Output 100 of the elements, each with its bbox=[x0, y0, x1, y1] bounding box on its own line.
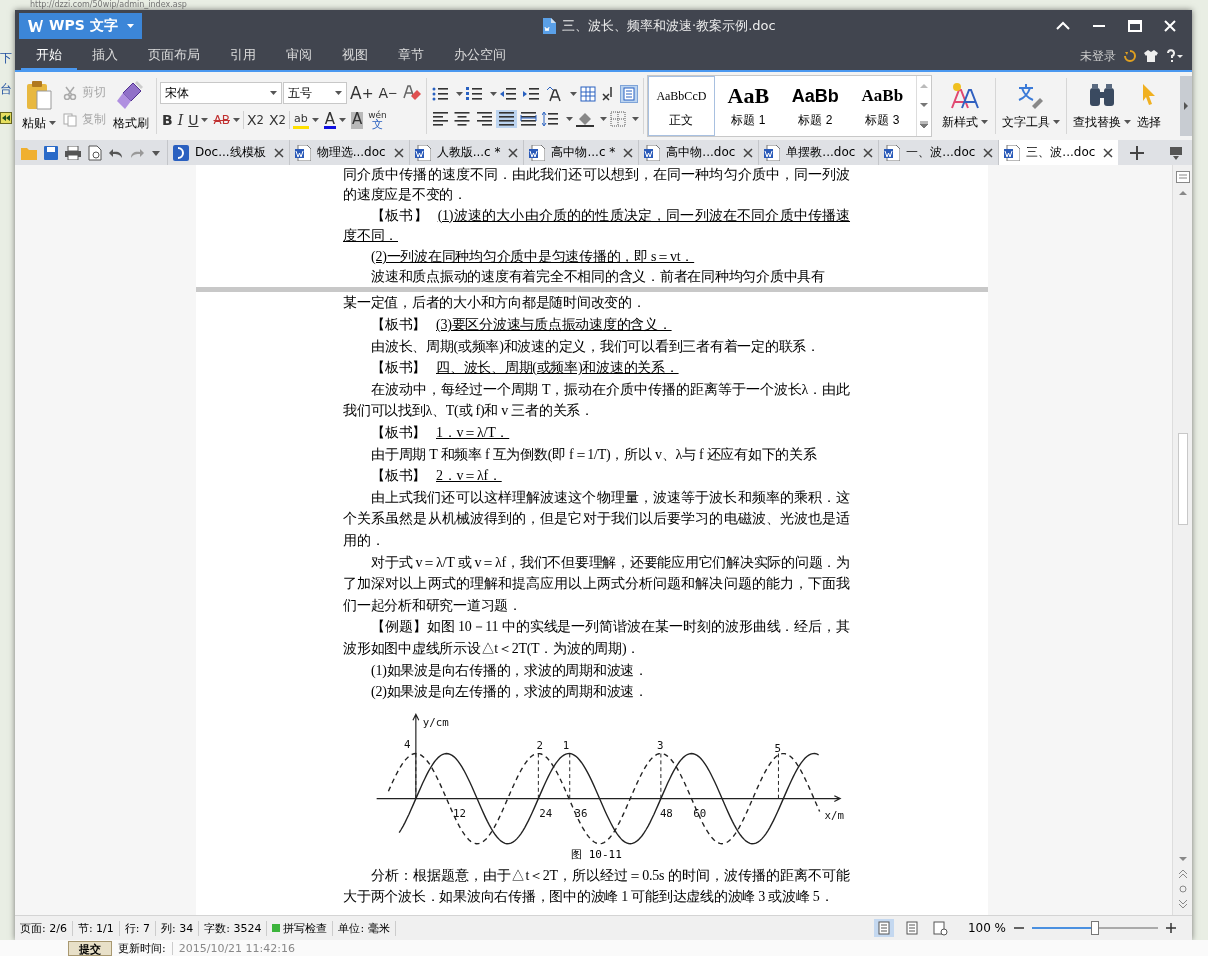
scrollbar-thumb[interactable] bbox=[1177, 433, 1188, 525]
brush-icon bbox=[117, 80, 145, 111]
style-preset[interactable]: AaBbCcD 正文 bbox=[647, 76, 715, 136]
paragraph: 某一定值，后者的大小和方向都是随时间改变的． bbox=[343, 294, 647, 313]
paragraph: 在波动中，每经过一个周期 T，振动在介质中传播的距离等于一个波长λ．由此我们可以找到λ、T(或 f)和 v 三者的关系． bbox=[343, 380, 850, 421]
font-size-dropdown[interactable]: 五号 bbox=[283, 82, 347, 104]
paragraph: 由上式我们还可以这样理解波速这个物理量，波速等于波长和频率的乘积．这个关系虽然是从机械波得到的，但是它对于我们以后要学习的电磁波、光波也是适用的． bbox=[343, 488, 850, 550]
more-icon[interactable] bbox=[918, 120, 929, 131]
close-tab-icon[interactable] bbox=[623, 147, 634, 158]
phonetic-guide-button[interactable]: wén 文 bbox=[366, 110, 389, 130]
peak-label: 2 bbox=[536, 738, 543, 752]
board-note: 【板书】 1．v＝λ/T． bbox=[370, 424, 511, 442]
peak-label: 4 bbox=[404, 737, 411, 751]
shading-button[interactable]: A bbox=[348, 110, 366, 130]
highlight-button[interactable]: ab bbox=[290, 110, 321, 130]
collapse-icon[interactable] bbox=[1056, 21, 1070, 31]
status-text: 页面: 2/6 bbox=[15, 920, 73, 936]
dropdown-icon[interactable] bbox=[151, 148, 161, 157]
find-replace-button[interactable]: 查找替换 bbox=[1069, 79, 1134, 133]
document-icon bbox=[542, 18, 556, 34]
font-name-dropdown[interactable]: 宋体 bbox=[160, 82, 282, 104]
word-document-icon bbox=[529, 144, 546, 161]
tab-list-icon[interactable] bbox=[1168, 145, 1184, 160]
scroll-down-icon[interactable] bbox=[1177, 855, 1188, 863]
caret-icon bbox=[338, 118, 346, 122]
close-tab-icon[interactable] bbox=[273, 147, 284, 158]
peak-label: 5 bbox=[774, 741, 781, 755]
style-preset[interactable]: AaBb 标题 3 bbox=[848, 76, 916, 136]
window-title: 三、波长、频率和波速·教案示例.doc bbox=[562, 17, 776, 35]
paragraph: 由于周期 T 和频率 f 互为倒数(即 f＝1/T)，所以 v、λ与 f 还应有如下的关系 bbox=[370, 445, 818, 464]
new-style-button[interactable]: 新样式 bbox=[937, 79, 992, 133]
close-tab-icon[interactable] bbox=[508, 147, 519, 158]
scroll-down-icon[interactable] bbox=[918, 101, 929, 109]
status-text: 行: 7 bbox=[119, 920, 156, 936]
refresh-icon[interactable] bbox=[1124, 50, 1136, 62]
next-page-icon[interactable] bbox=[1177, 899, 1188, 909]
caret-icon bbox=[599, 117, 607, 121]
maximize-icon[interactable] bbox=[1128, 20, 1142, 32]
table-icon[interactable] bbox=[577, 85, 598, 103]
format-painter-button[interactable]: 格式刷 bbox=[109, 78, 153, 134]
justify-icon[interactable] bbox=[495, 110, 517, 128]
app-menu-button[interactable]: WPS 文字 bbox=[19, 13, 142, 39]
save-icon[interactable] bbox=[44, 145, 58, 160]
ruler-toggle-icon[interactable] bbox=[1175, 171, 1190, 183]
paragraph: (1)如果波是向右传播的，求波的周期和波速． bbox=[370, 661, 649, 680]
submit-button[interactable]: 提交 bbox=[68, 940, 112, 956]
select-button[interactable]: 选择 bbox=[1133, 79, 1164, 133]
close-icon[interactable] bbox=[1164, 20, 1176, 32]
print-preview-icon[interactable] bbox=[88, 144, 102, 161]
document-tab[interactable]: 三、波...doc bbox=[998, 140, 1119, 165]
paragraph: 对于式 v＝λ/T 或 v＝λf，我们不但要理解，还要能应用它们解决实际的问题．为了加深对以上两式的理解和提高应用以上两式分析问题和解决问题的能力，下面我们一起分析和研究一道习题． bbox=[343, 553, 850, 615]
new-tab-icon[interactable] bbox=[1130, 145, 1145, 160]
italic-button[interactable]: I bbox=[175, 111, 186, 129]
caret-icon bbox=[49, 121, 56, 125]
underline-button[interactable]: U bbox=[186, 111, 211, 129]
paragraph: (2)如果波是向左传播的，求波的周期和波速． bbox=[370, 683, 649, 702]
menu-tab[interactable]: 章节 bbox=[383, 42, 439, 70]
distribute-icon[interactable] bbox=[517, 110, 539, 128]
menu-tab[interactable]: 审阅 bbox=[271, 42, 327, 70]
spell-check-button[interactable]: 拼写检查 bbox=[267, 920, 334, 936]
menu-tab[interactable]: 页面布局 bbox=[133, 42, 215, 70]
slider-thumb[interactable] bbox=[1091, 921, 1099, 935]
paint-bucket-icon[interactable] bbox=[573, 110, 596, 128]
strikethrough-button[interactable]: AB bbox=[211, 112, 242, 128]
page-text: 台 bbox=[0, 81, 12, 98]
menu-tab[interactable]: 视图 bbox=[327, 42, 383, 70]
close-tab-icon[interactable] bbox=[863, 147, 874, 158]
previous-page-icon[interactable] bbox=[1177, 869, 1188, 879]
menu-tab[interactable]: 引用 bbox=[215, 42, 271, 70]
browse-object-icon[interactable] bbox=[1178, 885, 1187, 893]
print-icon[interactable] bbox=[65, 145, 81, 160]
text-tools-button[interactable]: 文字工具 bbox=[998, 79, 1063, 133]
word-document-icon bbox=[1004, 144, 1021, 161]
close-tab-icon[interactable] bbox=[1103, 147, 1114, 158]
board-note: 【板书】 (3)要区分波速与质点振动速度的含义． bbox=[370, 316, 673, 335]
help-icon[interactable] bbox=[1166, 49, 1184, 63]
close-tab-icon[interactable] bbox=[983, 147, 994, 158]
axis-tick-label: 12 bbox=[453, 806, 467, 820]
paste-button[interactable]: 粘贴 bbox=[18, 78, 60, 134]
zoom-slider[interactable] bbox=[1032, 921, 1158, 935]
menu-tab[interactable]: 插入 bbox=[77, 42, 133, 70]
page-view-icon[interactable] bbox=[873, 919, 894, 937]
close-tab-icon[interactable] bbox=[393, 147, 404, 158]
scroll-up-icon[interactable] bbox=[1177, 189, 1188, 197]
caret-icon bbox=[1052, 120, 1060, 124]
zoom-in-icon[interactable] bbox=[1166, 923, 1176, 933]
caret-icon bbox=[126, 24, 134, 28]
caret-icon bbox=[232, 118, 240, 122]
shirt-icon[interactable] bbox=[1144, 50, 1158, 62]
font-color-button[interactable]: A bbox=[321, 110, 348, 130]
word-document-icon bbox=[884, 144, 901, 161]
style-preset[interactable]: AaB 标题 1 bbox=[714, 76, 782, 136]
board-note: 【板书】 四、波长、周期(或频率)和波速的关系． bbox=[370, 359, 680, 378]
style-preset[interactable]: AaBb 标题 2 bbox=[781, 76, 849, 136]
bold-button[interactable]: B bbox=[160, 111, 175, 129]
paragraph: 波速和质点振动的速度有着完全不相同的含义．前者在同种均匀介质中具有 bbox=[370, 268, 826, 287]
close-tab-icon[interactable] bbox=[743, 147, 754, 158]
clear-format-icon[interactable] bbox=[400, 83, 423, 103]
menu-tab[interactable]: 办公空间 bbox=[439, 42, 521, 70]
new-style-icon bbox=[949, 81, 980, 110]
